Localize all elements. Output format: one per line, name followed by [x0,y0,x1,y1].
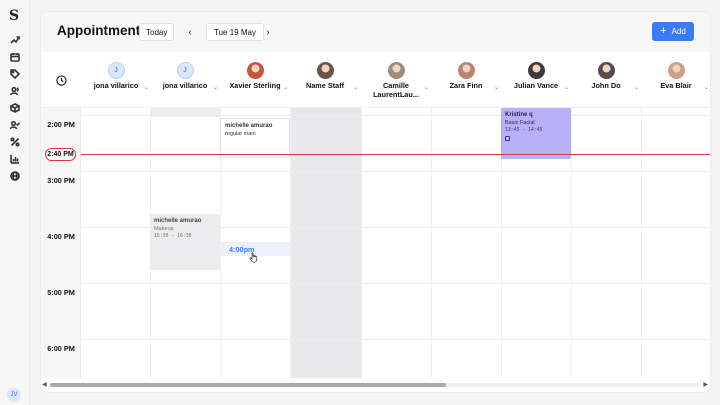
staff-column-header[interactable]: Xavier Sterling ⌄ [220,52,290,108]
chevron-down-icon[interactable]: ⌄ [213,84,218,91]
note-icon [505,136,510,141]
globe-icon[interactable] [9,170,21,182]
appointment-client: Kristine q [505,112,533,118]
nav-rail: S JV [0,0,30,405]
chevron-down-icon[interactable]: ⌄ [353,84,358,91]
chevron-down-icon[interactable]: ⌄ [144,84,149,91]
column-divider [361,108,362,378]
appointment-service: Basic Facial [505,120,535,126]
staff-name: jona villarico [93,81,139,90]
time-label: 2:00 PM [47,120,75,129]
chevron-down-icon[interactable]: ⌄ [494,84,499,91]
column-divider [431,108,432,378]
hour-line [81,283,710,284]
staff-column-header[interactable]: Jjona villarico ⌄ [81,52,151,108]
page-title: Appointments [57,23,148,38]
appointment-time: 15:30 - 16:30 [154,234,192,239]
staff-avatar: J [107,62,125,79]
page-header: Appointments Today ‹ Tue 19 May › + Add [41,12,710,52]
add-button[interactable]: + Add [652,22,694,41]
chevron-down-icon[interactable]: ⌄ [564,84,569,91]
app-logo[interactable]: S [9,8,19,24]
chevron-down-icon[interactable]: ⌄ [704,84,709,91]
calendar-grid[interactable]: 2:00 PM 3:00 PM 4:00 PM 5:00 PM 6:00 PM … [41,108,710,378]
time-label: 5:00 PM [47,288,75,297]
appointments-panel: Appointments Today ‹ Tue 19 May › + Add … [41,12,710,392]
user-check-icon[interactable] [9,119,21,131]
appointment-service: Makeup [154,226,174,232]
date-picker[interactable]: Tue 19 May [206,23,264,41]
next-day-button[interactable]: › [260,23,276,41]
trending-icon[interactable] [9,34,21,46]
prev-day-button[interactable]: ‹ [182,23,198,41]
scroll-thumb[interactable] [50,383,446,387]
time-label: 6:00 PM [47,344,75,353]
scroll-right-icon[interactable]: ▶ [703,381,708,388]
staff-name: John Do [591,81,621,90]
appointment-card[interactable]: michelle amurao regular mani [220,118,290,158]
hour-line [81,339,710,340]
appointment-service: regular mani [225,131,256,137]
staff-name: Camille LaurentLau... [373,81,419,99]
staff-avatar [597,62,615,79]
staff-name: Julian Vance [513,81,559,90]
users-icon[interactable] [9,85,21,97]
add-button-label: Add [671,27,686,36]
staff-column-header[interactable]: Eva Blair ⌄ [641,52,710,108]
staff-name: Name Staff [305,81,345,90]
staff-column-header[interactable]: John Do ⌄ [571,52,641,108]
staff-header-row: Jjona villarico ⌄ Jjona villarico ⌄ Xavier S… [41,52,710,108]
chevron-down-icon[interactable]: ⌄ [634,84,639,91]
staff-avatar [527,62,545,79]
horizontal-scrollbar[interactable]: ◀ ▶ [41,378,710,392]
staff-column-header[interactable]: Jjona villarico ⌄ [150,52,220,108]
appointment-client: michelle amurao [225,123,273,129]
staff-avatar: J [176,62,194,79]
percent-icon[interactable] [9,136,21,148]
staff-column-header[interactable]: Zara Finn ⌄ [431,52,501,108]
bar-chart-icon[interactable] [9,153,21,165]
time-label: 3:00 PM [47,176,75,185]
appointment-client: michelle amurao [154,218,202,224]
unavailable-column [290,108,361,378]
staff-avatar [667,62,685,79]
staff-avatar [387,62,405,79]
chevron-down-icon[interactable]: ⌄ [283,84,288,91]
staff-column-header[interactable]: Julian Vance ⌄ [501,52,571,108]
staff-name: Eva Blair [660,81,692,90]
column-divider [290,108,291,378]
current-time-line [81,154,710,155]
staff-name: Xavier Sterling [229,81,281,90]
today-button[interactable]: Today [139,23,175,41]
appointment-time: 13:45 - 14:45 [505,128,543,133]
appointment-card[interactable] [150,108,220,117]
staff-name: jona villarico [162,81,208,90]
staff-avatar [457,62,475,79]
staff-avatar [316,62,334,79]
chevron-down-icon[interactable]: ⌄ [424,84,429,91]
box-icon[interactable] [9,102,21,114]
calendar-icon[interactable] [9,51,21,63]
staff-column-header[interactable]: Camille LaurentLau... ⌄ [361,52,431,108]
hour-line [81,171,710,172]
scroll-left-icon[interactable]: ◀ [42,381,47,388]
staff-name: Zara Finn [449,81,483,90]
current-time-indicator: 2:40 PM [45,148,76,161]
hand-cursor-icon [249,252,258,263]
tag-icon[interactable] [9,68,21,80]
staff-avatar [246,62,264,79]
appointment-card[interactable]: Kristine q Basic Facial 13:45 - 14:45 [501,108,571,159]
user-avatar[interactable]: JV [7,388,21,402]
staff-column-header[interactable]: Name Staff ⌄ [290,52,360,108]
column-divider [641,108,642,378]
plus-icon: + [660,25,667,37]
appointment-card[interactable]: michelle amurao Makeup 15:30 - 16:30 [150,214,220,270]
column-divider [571,108,572,378]
clock-icon [41,52,81,108]
time-label: 4:00 PM [47,232,75,241]
